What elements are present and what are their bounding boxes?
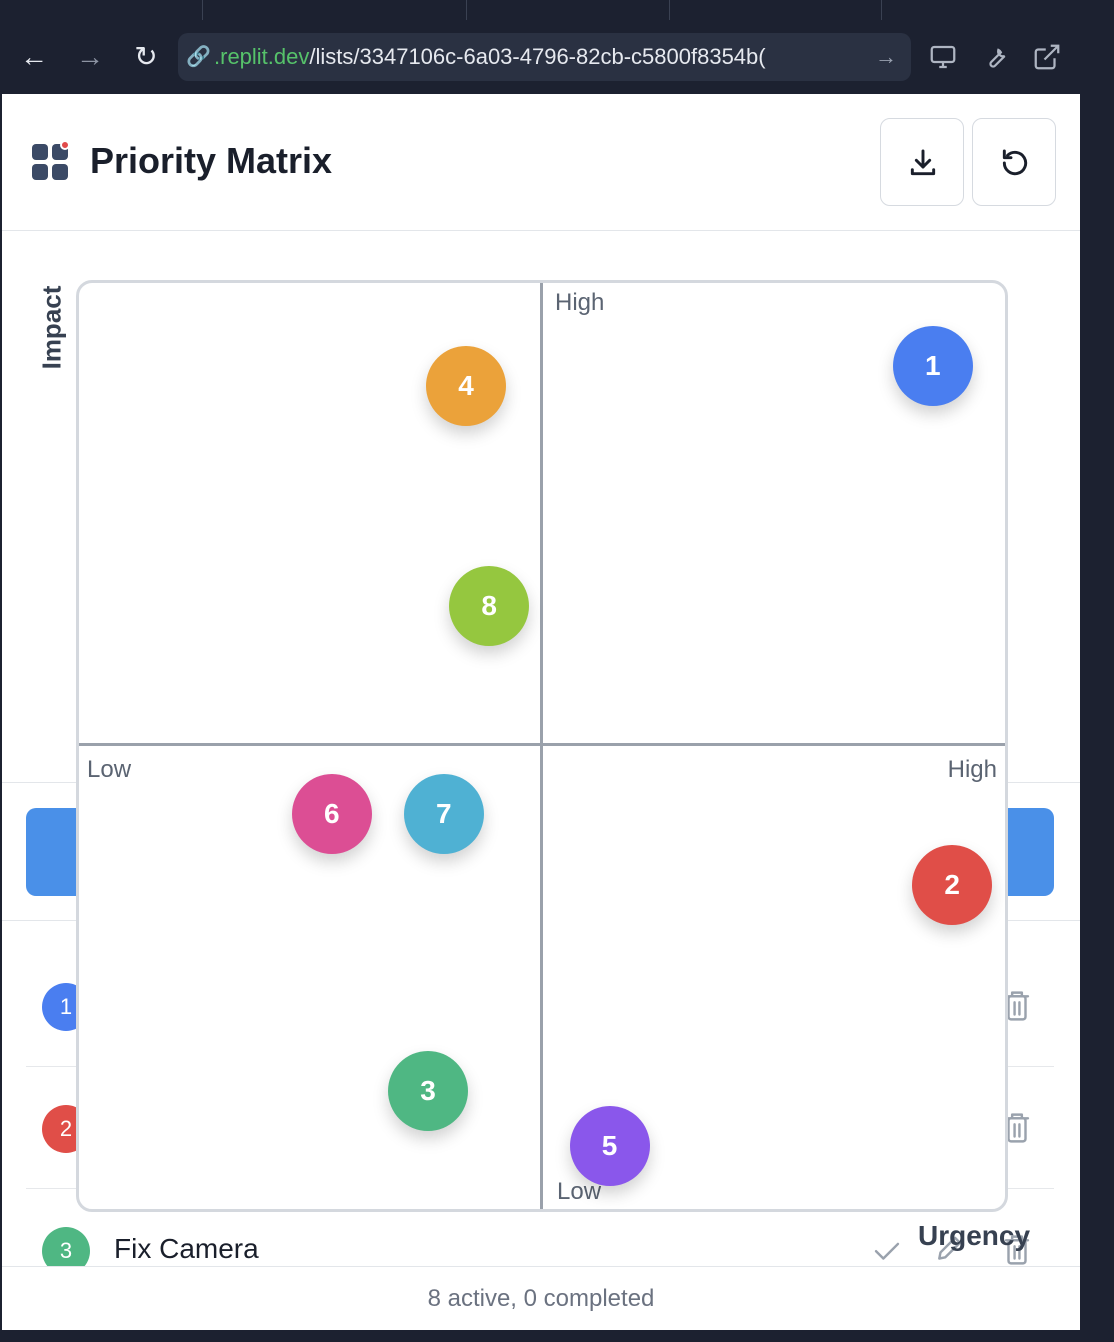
task-bubble-7[interactable]: 7 [403, 773, 484, 854]
urgency-high-label: High [947, 756, 997, 783]
browser-frame-edge [1080, 94, 1114, 1342]
open-external-icon[interactable] [1032, 42, 1066, 76]
go-arrow-icon[interactable]: → [875, 33, 897, 81]
vertical-axis [540, 283, 543, 1209]
url-path: /lists/3347106c-6a03-4796-82cb-c5800f835… [309, 44, 766, 69]
urgency-axis-label: Urgency [918, 1220, 1031, 1251]
back-icon[interactable]: ← [17, 40, 51, 74]
reload-icon[interactable]: ↻ [129, 40, 163, 74]
link-icon: 🔗 [186, 46, 211, 68]
app-header: Priority Matrix [2, 94, 1080, 231]
horizontal-axis [79, 743, 1005, 746]
reset-icon [1002, 149, 1028, 176]
wrench-icon[interactable] [980, 42, 1014, 76]
impact-axis-label: Impact [36, 285, 67, 370]
task-bubble-5[interactable]: 5 [569, 1106, 650, 1187]
address-bar[interactable]: 🔗 .replit.dev/lists/3347106c-6a03-4796-8… [178, 33, 911, 81]
task-bubble-6[interactable]: 6 [291, 773, 372, 854]
url-host: .replit.dev [214, 44, 310, 69]
status-footer: 8 active, 0 completed [2, 1266, 1080, 1330]
check-icon[interactable] [872, 1233, 902, 1267]
urgency-low-label: Low [87, 756, 132, 783]
tab-separator [466, 0, 467, 20]
tab-separator [202, 0, 203, 20]
app-window: Priority Matrix 1 2 3 Fix Camera 8 activ… [2, 94, 1080, 1330]
impact-high-label: High [555, 289, 605, 316]
browser-toolbar: ← → ↻ 🔗 .replit.dev/lists/3347106c-6a03-… [0, 22, 1080, 94]
monitor-icon[interactable] [928, 42, 962, 76]
tab-separator [669, 0, 670, 20]
task-bubble-1[interactable]: 1 [892, 326, 973, 407]
browser-tab-strip [0, 0, 1114, 22]
task-bubble-2[interactable]: 2 [912, 844, 993, 925]
task-bubble-8[interactable]: 8 [449, 566, 530, 647]
app-logo-icon [32, 140, 70, 182]
task-bubble-3[interactable]: 3 [388, 1051, 469, 1132]
app-title: Priority Matrix [90, 140, 333, 181]
reset-button[interactable] [972, 118, 1056, 206]
forward-icon[interactable]: → [73, 40, 107, 74]
tab-separator [881, 0, 882, 20]
task-name: Fix Camera [114, 1233, 259, 1264]
task-bubble-4[interactable]: 4 [426, 345, 507, 426]
priority-matrix[interactable]: High Low Low High 12345678 [76, 280, 1008, 1212]
download-icon [910, 149, 936, 176]
download-button[interactable] [880, 118, 964, 206]
